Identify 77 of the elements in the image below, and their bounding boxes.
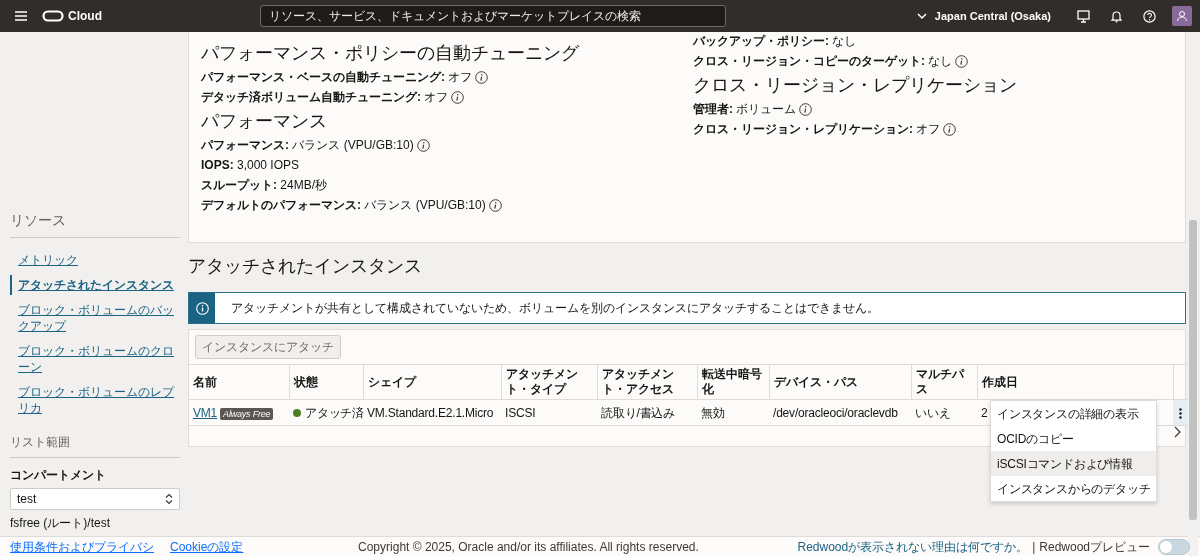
section-heading: パフォーマンス・ポリシーの自動チューニング [201,42,580,64]
menu-item[interactable]: iSCSIコマンドおよび情報 [991,451,1157,476]
help-icon[interactable] [1143,9,1156,23]
sidebar-link[interactable]: メトリック [10,250,180,270]
table-cell: いいえ [915,405,951,420]
alert-text: アタッチメントが共有として構成されていないため、ボリュームを別のインスタンスにアタッチすることはできません。 [231,300,879,317]
section-heading: クロス・リージョン・レプリケーション [693,74,1018,96]
sidebar-link[interactable]: ブロック・ボリュームのバックアップ [10,300,180,336]
more-actions-button[interactable] [1173,400,1187,425]
column-header: 転送中暗号化 [697,364,769,400]
bell-icon[interactable] [1110,9,1123,23]
region-selector[interactable]: Japan Central (Osaka) [934,7,1051,25]
info-icon [195,301,209,315]
detail-field: パフォーマンス・ベースの自動チューニング: オフ [201,70,473,85]
column-header: デバイス・パス [769,364,911,400]
section-title: リスト範囲 [10,433,180,458]
preview-toggle[interactable] [1158,538,1190,555]
column-header: 作成日 [977,364,1173,400]
info-icon[interactable] [799,103,813,116]
footer-link[interactable]: 使用条件およびプライバシ [10,537,154,556]
instance-link[interactable]: VM1 [193,405,218,420]
copyright-text: Copyright © 2025, Oracle and/or its affiliates. All rights reserved. [358,538,699,556]
detail-field: クロス・リージョン・コピーのターゲット: なし [693,54,953,69]
detail-field: クロス・リージョン・レプリケーション: オフ [693,122,941,137]
table-cell: 無効 [701,405,725,420]
column-header: シェイプ [363,364,501,400]
column-header: アタッチメント・タイプ [501,364,597,400]
section-title: アタッチされたインスタンス [188,255,423,278]
chevron-down-icon[interactable] [916,12,927,20]
table-cell: VM.Standard.E2.1.Micro [367,405,494,420]
kebab-icon [1178,407,1182,419]
table-cell: /dev/oracleoci/oraclevdb [773,405,898,420]
status-text: アタッチ済 [305,405,364,420]
toggle-label: Redwoodプレビュー [1039,538,1150,556]
menu-item[interactable]: インスタンスからのデタッチ [991,476,1157,501]
table-cell: 2 [981,405,988,420]
separator-text: | [1032,538,1036,556]
compartment-path: fsfree (ルート)/test [10,515,111,532]
detail-field: スループット: 24MB/秒 [201,178,327,193]
info-icon[interactable] [416,139,430,152]
search-field[interactable]: リソース、サービス、ドキュメントおよびマーケットプレイスの検索 [260,5,726,27]
detail-field: パフォーマンス: バランス (VPU/GB:10) [201,138,414,153]
table-cell: 読取り/書込み [601,405,675,420]
avatar-icon[interactable] [1172,6,1192,26]
sidebar-link[interactable]: ブロック・ボリュームのクローン [10,341,180,377]
compartment-select[interactable]: test [10,488,180,510]
section-heading: パフォーマンス [201,110,328,132]
column-header: マルチパス [911,364,977,400]
chevron-right-icon[interactable] [1174,426,1181,438]
detail-field: IOPS: 3,000 IOPS [201,158,300,173]
section-title: リソース [10,210,180,238]
detail-field: 管理者: ボリューム [693,102,797,117]
menu-item[interactable]: OCIDのコピー [991,426,1157,451]
info-icon[interactable] [451,91,465,104]
field-label: コンパートメント [10,467,107,484]
info-icon[interactable] [943,123,957,136]
column-header: 状態 [289,364,363,400]
detail-field: バックアップ・ポリシー: なし [693,34,857,49]
sidebar-link[interactable]: ブロック・ボリュームのレプリカ [10,382,180,418]
up-down-chevron-icon [165,493,173,505]
menu-item[interactable]: インスタンスの詳細の表示 [991,401,1157,426]
column-header: 名前 [189,364,289,400]
column-header: アタッチメント・アクセス [597,364,697,400]
help-link[interactable]: Redwoodが表示されない理由は何ですか。 [797,537,1029,556]
info-icon[interactable] [488,199,502,212]
footer-link[interactable]: Cookieの設定 [170,537,244,556]
detail-field: デタッチ済ボリューム自動チューニング: オフ [201,90,449,105]
logo-text[interactable]: Cloud [68,7,102,25]
table-cell: ISCSI [505,405,536,420]
free-tier-tag: Always Free [220,407,274,420]
info-icon[interactable] [955,55,969,68]
menu-icon[interactable] [14,10,28,22]
detail-field: デフォルトのパフォーマンス: バランス (VPU/GB:10) [201,198,486,213]
info-icon[interactable] [475,71,489,84]
sidebar-link[interactable]: アタッチされたインスタンス [10,275,180,295]
monitor-icon[interactable] [1077,9,1090,23]
logo-icon[interactable] [42,10,64,22]
